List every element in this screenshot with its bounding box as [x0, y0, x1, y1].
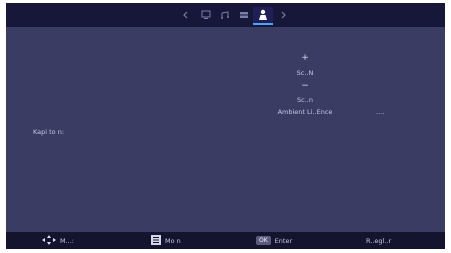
return-hint: R..egl..r — [366, 232, 391, 249]
nav-next-button[interactable] — [278, 7, 288, 23]
settings-grid-icon — [239, 10, 249, 20]
ambient-light-option[interactable]: Ambient Li..Ence — [278, 108, 333, 116]
tab-settings[interactable] — [237, 7, 251, 23]
decrease-button[interactable]: − — [301, 82, 309, 91]
chevron-right-icon — [280, 11, 286, 19]
enter-hint: OK Enter — [256, 232, 292, 249]
nav-prev-button[interactable] — [181, 7, 191, 23]
option-label-2[interactable]: Sc..n — [297, 96, 313, 104]
ambient-light-value: .... — [376, 108, 385, 116]
user-icon — [258, 9, 268, 21]
move-hint: M...: — [42, 232, 74, 249]
audio-icon — [220, 10, 230, 20]
footer-hints-bar: M...: Mo n OK Enter R..egl..r — [6, 232, 445, 249]
ok-key-badge: OK — [256, 236, 271, 245]
display-icon — [201, 10, 211, 20]
left-section-label: Kapi to n: — [33, 128, 65, 136]
chevron-left-icon — [183, 11, 189, 19]
option-label-1[interactable]: Sc..N — [297, 69, 314, 77]
dpad-arrows-icon — [42, 234, 56, 247]
settings-panel: + Sc..N − Sc..n Ambient Li..Ence .... Ka… — [6, 27, 445, 232]
return-hint-label: R..egl..r — [366, 236, 392, 245]
tv-menu-screen: + Sc..N − Sc..n Ambient Li..Ence .... Ka… — [6, 3, 445, 249]
enter-hint-label: Enter — [274, 236, 293, 245]
menu-hint-label: Mo n — [165, 236, 181, 245]
menu-hint: Mo n — [151, 232, 181, 249]
tab-audio[interactable] — [218, 7, 232, 23]
menu-icon — [151, 234, 161, 247]
move-hint-label: M...: — [60, 236, 74, 245]
tab-display[interactable] — [199, 7, 213, 23]
top-navigation-bar — [6, 3, 445, 27]
increase-button[interactable]: + — [301, 54, 309, 63]
tab-user[interactable] — [253, 7, 273, 25]
